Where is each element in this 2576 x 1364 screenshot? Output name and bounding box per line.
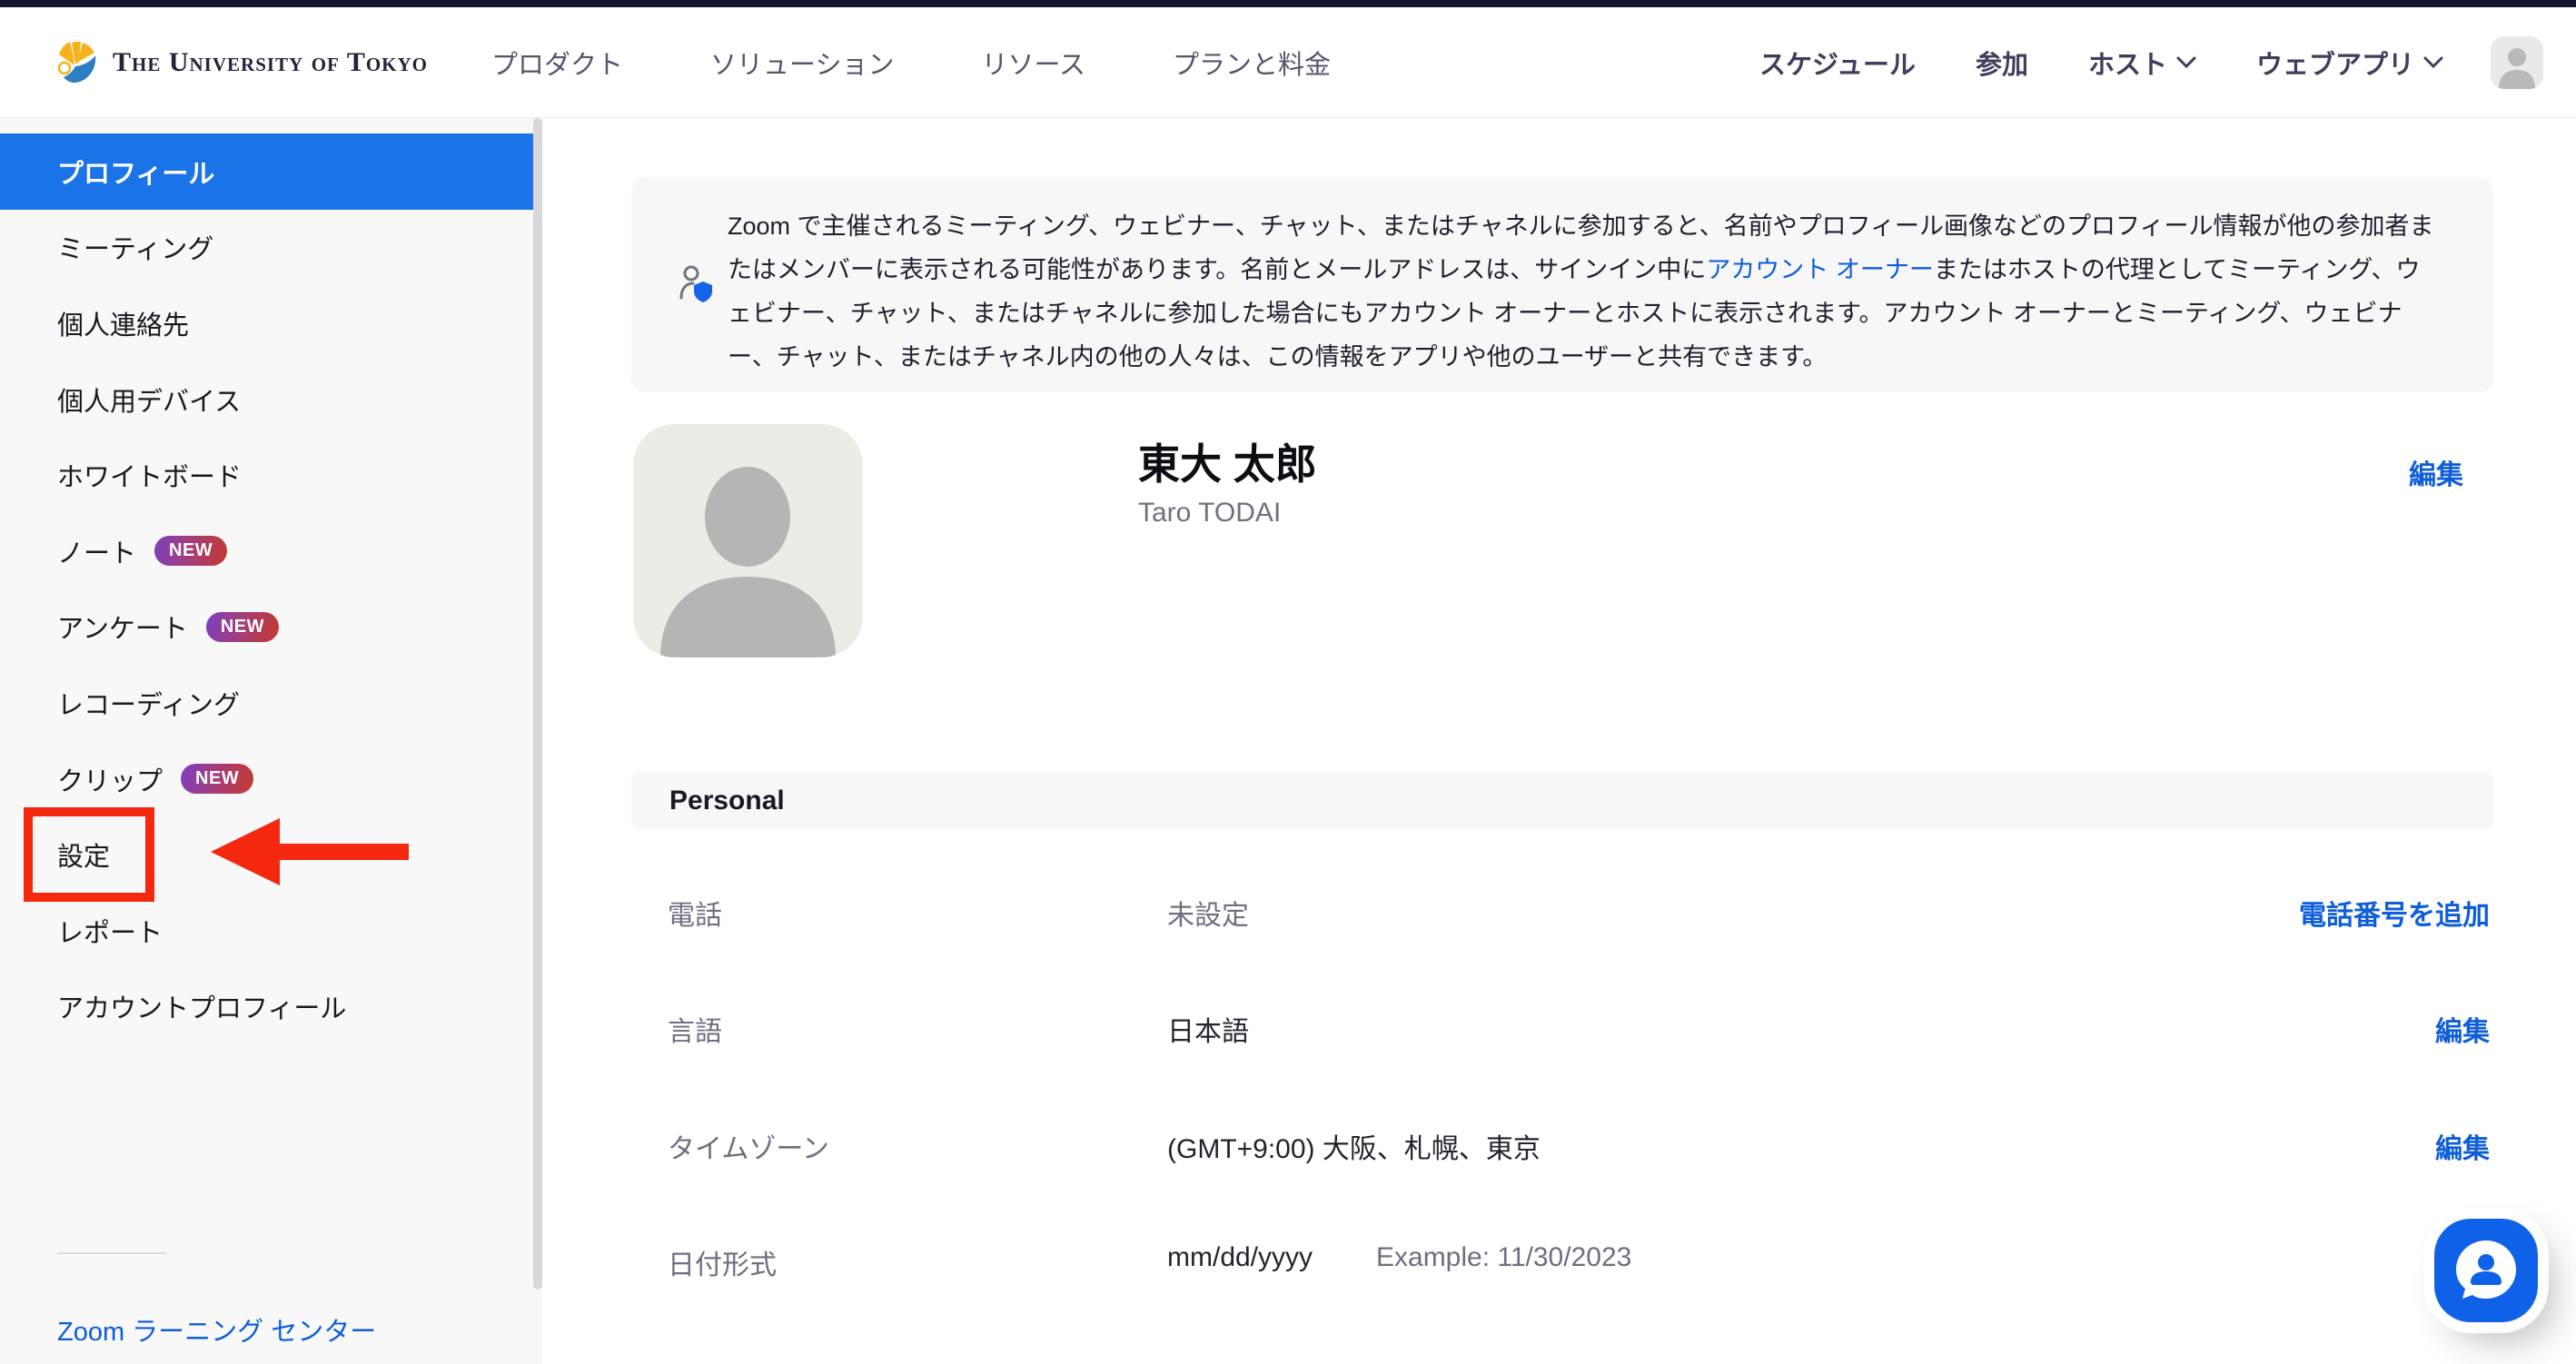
avatar-silhouette-icon (633, 424, 863, 657)
nav-host-dropdown[interactable]: ホスト (2088, 44, 2196, 82)
row-value: (GMT+9:00) 大阪、札幌、東京 (1167, 1126, 1541, 1166)
new-badge: NEW (206, 612, 279, 642)
sidebar-divider (57, 1252, 166, 1254)
sidebar-item-meetings[interactable]: ミーティング (0, 210, 533, 286)
sidebar-menu: プロフィール ミーティング 個人連絡先 個人用デバイス ホワイトボード ノートN… (0, 133, 533, 1044)
chevron-down-icon (2423, 56, 2443, 69)
profile-display-name: 東大 太郎 (1138, 431, 1317, 491)
ginkgo-leaf-icon (53, 39, 98, 86)
row-label: 電話 (668, 893, 722, 933)
sidebar-item-notes[interactable]: ノートNEW (0, 513, 533, 589)
nav-resources[interactable]: リソース (981, 44, 1085, 82)
row-value: 未設定 (1167, 893, 1249, 933)
sidebar-item-surveys[interactable]: アンケートNEW (0, 589, 533, 666)
sidebar-item-personal-devices[interactable]: 個人用デバイス (0, 361, 533, 438)
sidebar-scrollbar[interactable] (533, 118, 542, 1290)
nav-plans-pricing[interactable]: プランと料金 (1173, 44, 1331, 82)
row-label: タイムゾーン (668, 1126, 829, 1166)
avatar-silhouette-icon (2491, 36, 2543, 89)
sidebar-item-clips[interactable]: クリップNEW (0, 741, 533, 817)
sidebar-item-reports[interactable]: レポート (0, 893, 533, 969)
main-content: Zoom で主催されるミーティング、ウェビナー、チャット、またはチャネルに参加す… (542, 118, 2576, 1364)
new-badge: NEW (154, 536, 227, 566)
personal-section-header: Personal (631, 772, 2493, 829)
nav-join[interactable]: 参加 (1976, 44, 2028, 82)
edit-profile-button[interactable]: 編集 (2409, 452, 2463, 492)
sidebar-item-whiteboard[interactable]: ホワイトボード (0, 437, 533, 513)
sidebar-footer-links: Zoom ラーニング センター ビデオチュートリアル ナレッジベース (0, 1295, 533, 1364)
profile-picture[interactable] (633, 424, 863, 657)
table-row-phone: 電話 未設定 電話番号を追加 (631, 893, 2493, 933)
nav-solutions[interactable]: ソリューション (710, 44, 894, 82)
nav-schedule[interactable]: スケジュール (1759, 44, 1916, 82)
sidebar-item-profile[interactable]: プロフィール (0, 133, 533, 210)
zoom-web-portal-profile-page: The University of Tokyo プロダクト ソリューション リソ… (0, 0, 2576, 1364)
row-value: mm/dd/yyyy (1167, 1242, 1313, 1273)
date-format-example: Example: 11/30/2023 (1376, 1242, 1631, 1273)
university-logo[interactable]: The University of Tokyo (53, 39, 428, 86)
top-strip (0, 0, 2576, 7)
row-label: 言語 (668, 1009, 722, 1049)
marketing-nav: プロダクト ソリューション リソース プランと料金 (491, 44, 1331, 82)
row-label: 日付形式 (668, 1242, 777, 1282)
account-nav: スケジュール 参加 ホスト ウェブアプリ (1759, 44, 2443, 82)
edit-timezone-button[interactable]: 編集 (2435, 1126, 2490, 1166)
nav-webapp-dropdown[interactable]: ウェブアプリ (2256, 44, 2443, 82)
edit-language-button[interactable]: 編集 (2435, 1009, 2490, 1049)
table-row-date-format: 日付形式 mm/dd/yyyy Example: 11/30/2023 編集 (631, 1242, 2493, 1282)
section-title: Personal (669, 786, 785, 816)
chevron-down-icon (2176, 56, 2196, 69)
account-owner-link[interactable]: アカウント オーナー (1706, 256, 1934, 283)
privacy-notice-text: Zoom で主催されるミーティング、ウェビナー、チャット、またはチャネルに参加す… (728, 204, 2435, 379)
new-badge: NEW (181, 764, 253, 794)
profile-latin-name: Taro TODAI (1138, 498, 1281, 529)
table-row-timezone: タイムゾーン (GMT+9:00) 大阪、札幌、東京 編集 (631, 1126, 2493, 1166)
sidebar-item-personal-contacts[interactable]: 個人連絡先 (0, 285, 533, 361)
sidebar-item-settings[interactable]: 設定 (0, 816, 533, 893)
person-shield-icon (675, 263, 717, 305)
user-avatar[interactable] (2491, 36, 2543, 89)
university-logo-text: The University of Tokyo (113, 47, 428, 78)
support-chat-button[interactable] (2434, 1219, 2538, 1322)
header: The University of Tokyo プロダクト ソリューション リソ… (0, 7, 2576, 118)
nav-products[interactable]: プロダクト (491, 44, 623, 82)
chat-person-icon (2451, 1235, 2522, 1306)
link-learning-center[interactable]: Zoom ラーニング センター (57, 1310, 376, 1349)
sidebar-item-account-profile[interactable]: アカウントプロフィール (0, 969, 533, 1045)
sidebar-item-recordings[interactable]: レコーディング (0, 665, 533, 741)
sidebar: プロフィール ミーティング 個人連絡先 個人用デバイス ホワイトボード ノートN… (0, 118, 542, 1364)
privacy-notice-card: Zoom で主催されるミーティング、ウェビナー、チャット、またはチャネルに参加す… (631, 177, 2493, 392)
list-item: Zoom ラーニング センター (0, 1295, 533, 1363)
add-phone-number-button[interactable]: 電話番号を追加 (2299, 893, 2490, 933)
row-value: 日本語 (1167, 1009, 1249, 1049)
table-row-language: 言語 日本語 編集 (631, 1009, 2493, 1049)
